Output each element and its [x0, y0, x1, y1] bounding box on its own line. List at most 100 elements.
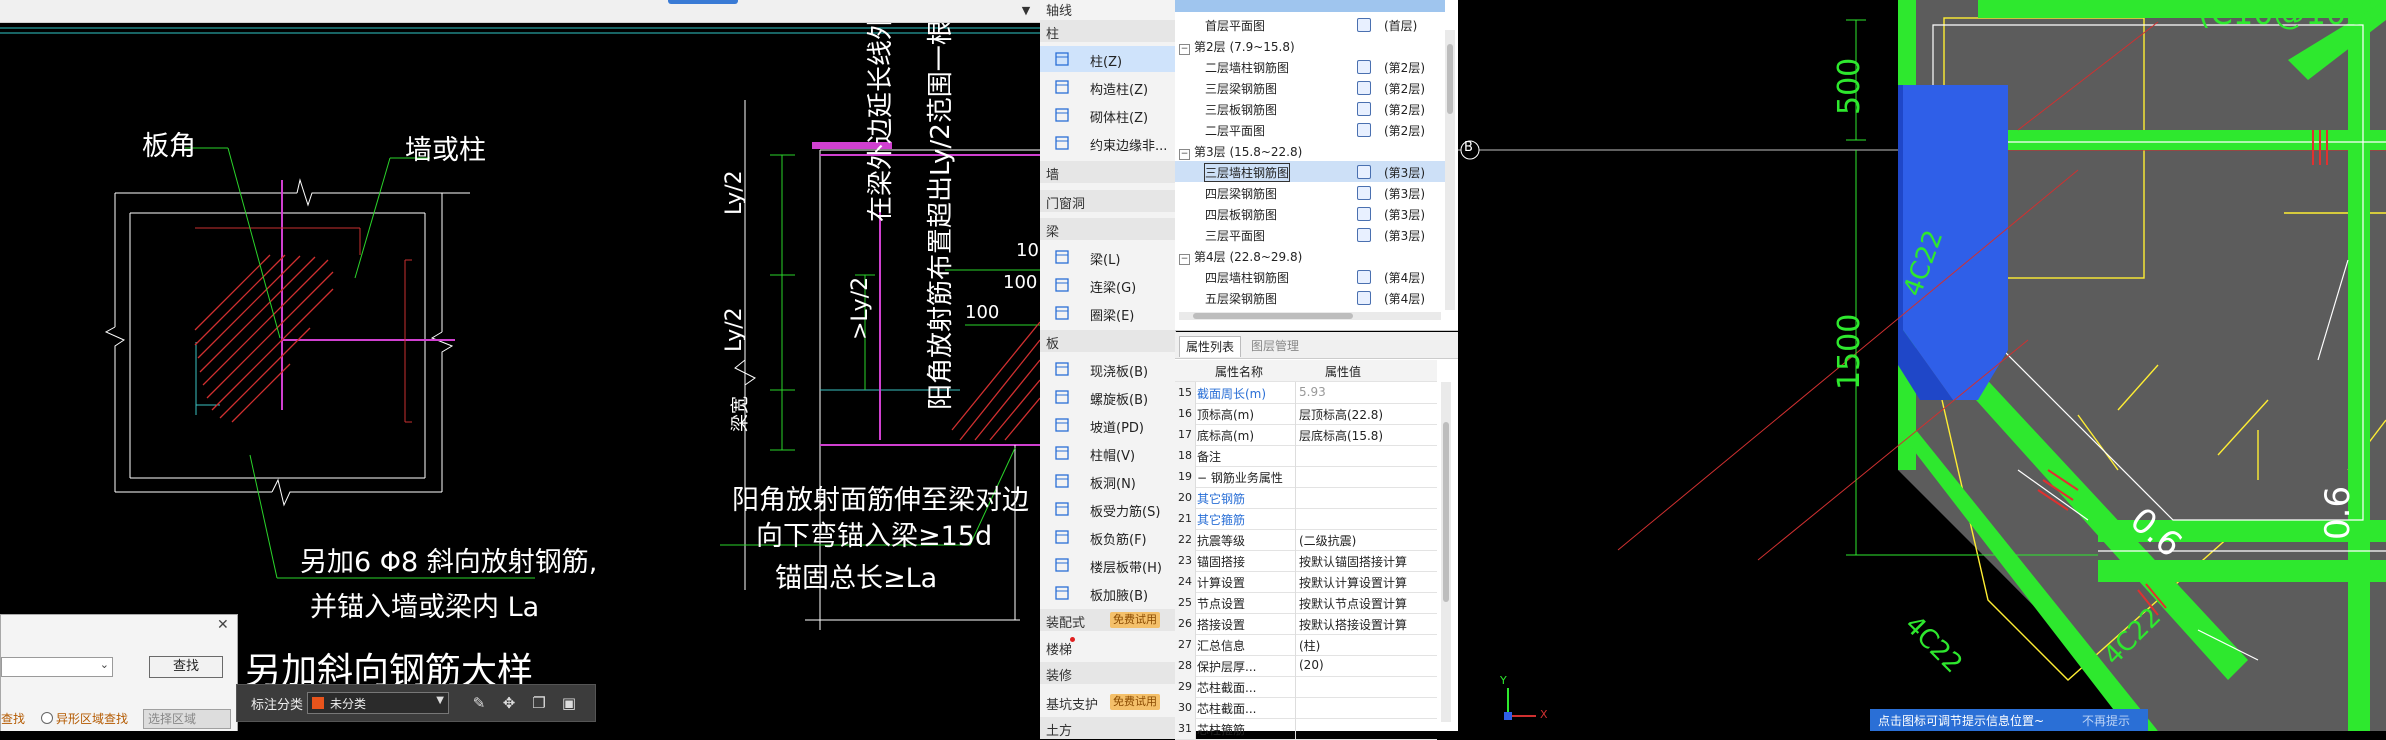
free-trial-badge[interactable]: 免费试用	[1110, 694, 1160, 710]
column-item[interactable]: 柱(Z)	[1040, 46, 1175, 72]
paste-icon[interactable]: ▣	[559, 693, 579, 713]
property-row[interactable]: 22 抗震等级 (二级抗震)	[1175, 529, 1437, 551]
category-slab[interactable]: 板	[1046, 333, 1059, 352]
lock-icon[interactable]	[1357, 102, 1371, 116]
dropdown-arrow-icon[interactable]: ▼	[1018, 4, 1034, 18]
vertical-scrollbar[interactable]	[1445, 30, 1455, 310]
layer-row[interactable]: (第3层) 三层平面图	[1175, 224, 1445, 245]
find-button[interactable]: 查找	[149, 656, 223, 678]
property-row[interactable]: 28 保护层厚... (20)	[1175, 655, 1437, 677]
scroll-thumb[interactable]	[1193, 313, 1353, 319]
tab-property-list[interactable]: 属性列表	[1179, 336, 1242, 357]
free-trial-badge[interactable]: 免费试用	[1110, 612, 1160, 628]
close-icon[interactable]: ✕	[217, 617, 231, 633]
property-row[interactable]: 15 截面周长(m) 5.93	[1175, 382, 1437, 404]
lock-icon[interactable]	[1357, 228, 1371, 242]
collapse-icon[interactable]: −	[1179, 149, 1190, 160]
cad-drawing-view[interactable]: 板角 墙或柱 另加6 Φ8 斜向放射钢筋, 并锚入墙或梁内 La 另加斜向钢筋大…	[0, 0, 1040, 731]
slab-item[interactable]: 坡道(PD)	[1040, 412, 1175, 438]
slab-item[interactable]: 板加腋(B)	[1040, 580, 1175, 606]
category-earth[interactable]: 土方	[1046, 720, 1072, 739]
property-value[interactable]: 5.93	[1299, 385, 1437, 399]
property-row[interactable]: 24 计算设置 按默认计算设置计算	[1175, 571, 1437, 593]
property-row[interactable]: 20 其它钢筋	[1175, 487, 1437, 509]
layer-group-row[interactable]: − 第4层 (22.8~29.8)	[1175, 245, 1445, 266]
property-row[interactable]: 18 备注	[1175, 445, 1437, 467]
category-wall[interactable]: 墙	[1046, 164, 1059, 183]
dismiss-hint-link[interactable]: 不再提示	[2082, 712, 2130, 729]
collapse-icon[interactable]: −	[1179, 254, 1190, 265]
layer-row[interactable]: (第3层) 四层梁钢筋图	[1175, 182, 1445, 203]
property-row[interactable]: 21 其它箍筋	[1175, 508, 1437, 530]
layer-group-row[interactable]: − 第3层 (15.8~22.8)	[1175, 140, 1445, 161]
top-toolbar-button[interactable]	[668, 0, 738, 4]
tab-layer-manage[interactable]: 图层管理	[1245, 336, 1305, 356]
lock-icon[interactable]	[1357, 18, 1371, 32]
column-item[interactable]: 砌体柱(Z)	[1040, 102, 1175, 128]
radio-button[interactable]	[41, 712, 53, 724]
property-value[interactable]: 按默认节点设置计算	[1299, 595, 1437, 612]
beam-item[interactable]: 梁(L)	[1040, 244, 1175, 270]
property-row[interactable]: 25 节点设置 按默认节点设置计算	[1175, 592, 1437, 614]
column-item[interactable]: 约束边缘非...	[1040, 130, 1175, 156]
hint-bar[interactable]: 点击图标可调节提示信息位置~ 不再提示	[1870, 709, 2148, 731]
slab-item[interactable]: 螺旋板(B)	[1040, 384, 1175, 410]
lock-icon[interactable]	[1357, 165, 1371, 179]
property-row[interactable]: 30 芯柱截面...	[1175, 697, 1437, 719]
property-row[interactable]: 17 底标高(m) 层底标高(15.8)	[1175, 424, 1437, 446]
category-axis[interactable]: 轴线	[1046, 0, 1072, 19]
lock-icon[interactable]	[1357, 207, 1371, 221]
property-row[interactable]: 26 搭接设置 按默认搭接设置计算	[1175, 613, 1437, 635]
edit-icon[interactable]: ✎	[469, 693, 489, 713]
category-assembled[interactable]: 装配式	[1046, 612, 1085, 631]
layer-row[interactable]: (第4层) 四层墙柱钢筋图	[1175, 266, 1445, 287]
select-area-button[interactable]: 选择区域	[143, 709, 231, 729]
category-column[interactable]: 柱	[1046, 23, 1059, 42]
move-icon[interactable]: ✥	[499, 693, 519, 713]
category-decoration[interactable]: 装修	[1046, 665, 1072, 684]
beam-item[interactable]: 圈梁(E)	[1040, 300, 1175, 326]
layer-row[interactable]: (第2层) 二层平面图	[1175, 119, 1445, 140]
property-value[interactable]: 按默认锚固搭接计算	[1299, 553, 1437, 570]
annotation-category-select[interactable]: 未分类 ▼	[307, 692, 449, 714]
property-row[interactable]: 29 芯柱截面...	[1175, 676, 1437, 698]
horizontal-scrollbar[interactable]	[1179, 312, 1441, 320]
property-value[interactable]: (20)	[1299, 658, 1437, 672]
property-value[interactable]: 层顶标高(22.8)	[1299, 406, 1437, 423]
slab-item[interactable]: 楼层板带(H)	[1040, 552, 1175, 578]
property-row[interactable]: 27 汇总信息 (柱)	[1175, 634, 1437, 656]
layer-row[interactable]: (首层) 首层平面图	[1175, 14, 1445, 35]
find-option-irregular[interactable]: 异形区域查找	[41, 710, 128, 727]
copy-icon[interactable]: ❐	[529, 693, 549, 713]
property-row[interactable]: 23 锚固搭接 按默认锚固搭接计算	[1175, 550, 1437, 572]
lock-icon[interactable]	[1357, 123, 1371, 137]
property-value[interactable]: 按默认搭接设置计算	[1299, 616, 1437, 633]
layer-row[interactable]: (第4层) 五层梁钢筋图	[1175, 287, 1445, 308]
category-door[interactable]: 门窗洞	[1046, 193, 1085, 212]
layer-row[interactable]: (第3层) 三层墙柱钢筋图	[1175, 161, 1445, 182]
lock-icon[interactable]	[1357, 291, 1371, 305]
layer-row[interactable]: (第2层) 三层梁钢筋图	[1175, 77, 1445, 98]
property-row[interactable]: 19− 钢筋业务属性	[1175, 466, 1437, 488]
property-value[interactable]: (二级抗震)	[1299, 532, 1437, 549]
category-stair[interactable]: 楼梯	[1046, 639, 1072, 658]
collapse-icon[interactable]: −	[1179, 44, 1190, 55]
lock-icon[interactable]	[1357, 81, 1371, 95]
lock-icon[interactable]	[1357, 186, 1371, 200]
layer-group-row[interactable]: − 第2层 (7.9~15.8)	[1175, 35, 1445, 56]
category-pit[interactable]: 基坑支护	[1046, 694, 1098, 713]
property-row[interactable]: 16 顶标高(m) 层顶标高(22.8)	[1175, 403, 1437, 425]
lock-icon[interactable]	[1357, 60, 1371, 74]
category-beam[interactable]: 梁	[1046, 221, 1059, 240]
property-value[interactable]: (柱)	[1299, 637, 1437, 654]
find-option-normal[interactable]: 查找	[1, 710, 25, 727]
slab-item[interactable]: 现浇板(B)	[1040, 356, 1175, 382]
property-row[interactable]: 31 芯柱箍筋	[1175, 718, 1437, 740]
scroll-thumb[interactable]	[1443, 422, 1449, 602]
property-value[interactable]: 按默认计算设置计算	[1299, 574, 1437, 591]
layer-row[interactable]: (第2层) 三层板钢筋图	[1175, 98, 1445, 119]
slab-item[interactable]: 板负筋(F)	[1040, 524, 1175, 550]
3d-model-view[interactable]: B 500 1500 (C10@100) 7C22 4C22 4C22 4C22…	[1458, 0, 2386, 731]
slab-item[interactable]: 板受力筋(S)	[1040, 496, 1175, 522]
slab-item[interactable]: 柱帽(V)	[1040, 440, 1175, 466]
